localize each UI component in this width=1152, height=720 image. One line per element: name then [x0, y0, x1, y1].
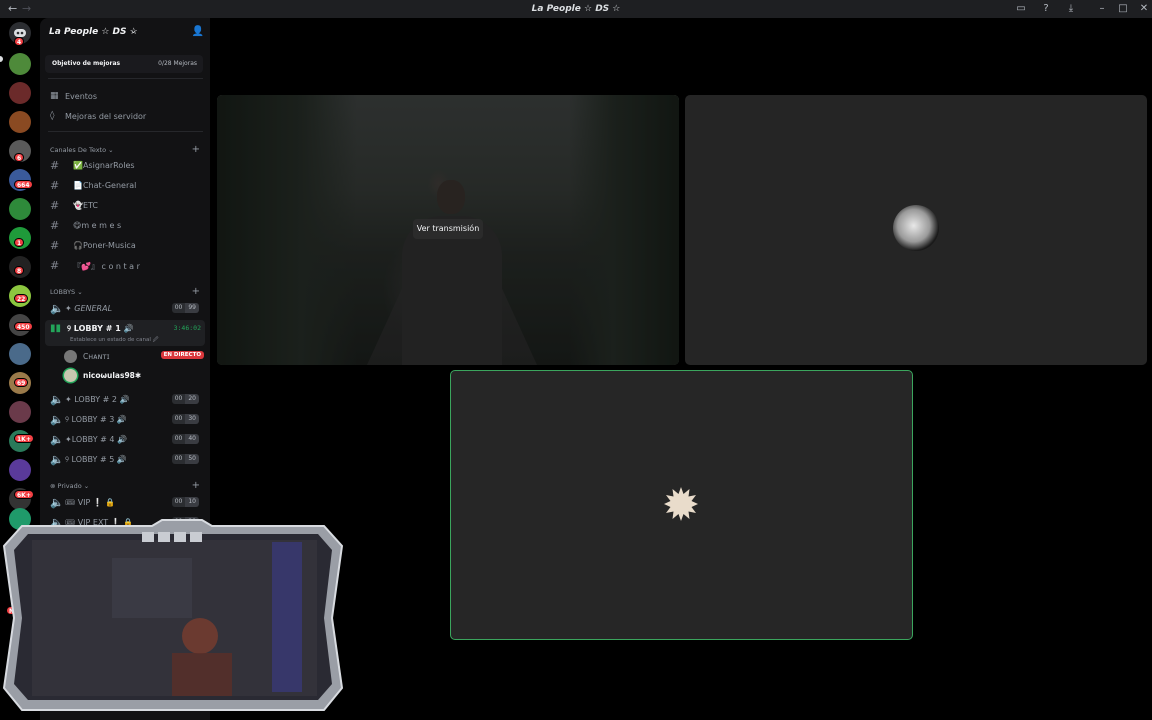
user-limit-pill: 00 10: [171, 497, 199, 507]
voice-user[interactable]: nicoωulas98✱: [64, 368, 204, 384]
user-limit-pill: 0020: [171, 394, 199, 404]
server-icon[interactable]: [9, 343, 31, 365]
server-icon[interactable]: [9, 111, 31, 133]
voice-channel-lobby-3[interactable]: 🔈 ୨ LOBBY # 3 🔊 00 30: [45, 411, 203, 429]
divider: [48, 131, 203, 132]
events-link[interactable]: ▦ Eventos: [50, 89, 200, 105]
speaker-icon: 🔈: [50, 453, 64, 466]
voice-user-name: Cʜᴀɴᴛɪ: [83, 352, 110, 361]
category-label: Privado: [57, 482, 82, 490]
channel-memes[interactable]: # 😋m e m e s: [45, 217, 203, 235]
add-member-icon[interactable]: 👤: [192, 26, 204, 37]
speaker-icon: 🔈: [50, 393, 64, 406]
participant-avatar: [664, 487, 698, 521]
channel-contar[interactable]: # 『💕』 c o n t a r: [45, 257, 203, 275]
channel-asignar-roles[interactable]: # ✅AsignarRoles: [45, 157, 203, 175]
hash-icon: #: [50, 219, 60, 232]
voice-channel-lobby-2[interactable]: 🔈 ✦ LOBBY # 2 🔊 00 20: [45, 391, 203, 409]
add-channel-icon[interactable]: +: [192, 480, 200, 491]
live-badge: EN DIRECTO: [160, 351, 204, 359]
channel-chat-general[interactable]: # 📄Chat-General: [45, 177, 203, 195]
speaker-icon: 🔈: [50, 433, 64, 446]
boost-goal-label: Objetivo de mejoras: [52, 60, 121, 67]
boost-gem-icon: ◊: [50, 111, 55, 121]
channel-status-prompt[interactable]: Establece un estado de canal 🖉: [70, 336, 159, 345]
boost-goal-count: 0/28 Mejoras: [158, 60, 197, 67]
download-icon[interactable]: ⤓: [1065, 3, 1077, 15]
channel-etc[interactable]: # 👻ETC: [45, 197, 203, 215]
unread-badge: 664: [14, 180, 33, 189]
webcam-overlay: [2, 519, 344, 711]
server-icon[interactable]: [9, 198, 31, 220]
user-limit-pill: 00 50: [171, 454, 199, 464]
voice-channel-vip[interactable]: 🔈 🎟 VIP ❕ 🔒 00 10: [45, 494, 203, 512]
participant-avatar: [893, 205, 939, 251]
voice-channel-lobby-4[interactable]: 🔈 ✦LOBBY # 4 🔊 00 40: [45, 431, 203, 449]
divider: [48, 78, 203, 79]
unread-badge: 6: [14, 153, 25, 162]
unread-badge: 6K+: [14, 490, 34, 499]
speaker-icon: 🔈: [50, 302, 64, 315]
window-title: La People ☆ DS ☆: [531, 4, 621, 14]
hash-icon: #: [50, 179, 60, 192]
add-channel-icon[interactable]: +: [192, 144, 200, 155]
unread-badge: 69: [14, 378, 29, 387]
inbox-icon[interactable]: ▭: [1015, 3, 1027, 15]
user-limit-pill: 00 30: [171, 414, 199, 424]
speaker-icon: 🔈: [50, 413, 64, 426]
voice-channel-general[interactable]: 🔈 ✦ 𝘎𝘌𝘕𝘌𝘙𝘈𝘓 00 99: [45, 300, 203, 318]
hash-icon: #: [50, 159, 60, 172]
voice-user-name: nicoωulas98✱: [83, 371, 142, 380]
unread-badge: 8: [14, 266, 25, 275]
unread-badge: 22: [14, 294, 29, 303]
user-limit-pill: 00 99: [171, 303, 199, 313]
voice-channel-lobby-5[interactable]: 🔈 ୨ LOBBY # 5 🔊 00 50: [45, 451, 203, 469]
category-label: Canales De Texto: [50, 146, 107, 154]
voice-user[interactable]: Cʜᴀɴᴛɪ EN DIRECTO: [64, 349, 204, 365]
hash-icon: #: [50, 259, 60, 272]
guild-name: La People ☆ DS ☆: [49, 27, 138, 37]
avatar: [64, 369, 77, 382]
hash-icon: #: [50, 239, 60, 252]
avatar: [64, 350, 77, 363]
unread-badge: 1K+: [14, 434, 34, 443]
hash-icon: #: [50, 199, 60, 212]
title-bar: ← → La People ☆ DS ☆ ▭ ? ⤓ – □ ✕: [0, 0, 1152, 18]
server-icon[interactable]: [9, 53, 31, 75]
maximize-icon[interactable]: □: [1117, 3, 1129, 15]
chevron-down-icon: ⌄: [130, 26, 137, 35]
unread-badge: 4: [14, 37, 25, 46]
category-lobbys[interactable]: LOBBYS ⌄ +: [50, 286, 200, 298]
discord-window: ← → La People ☆ DS ☆ ▭ ? ⤓ – □ ✕ 4 6 664…: [0, 0, 1152, 720]
voice-channel-lobby-1[interactable]: ▮▮ ୨ LOBBY # 1 🔊 3:46:02 Establece un es…: [45, 320, 205, 346]
category-text-channels[interactable]: Canales De Texto ⌄ +: [50, 144, 200, 156]
participant-tile-speaking[interactable]: [450, 370, 913, 640]
unread-badge: 1: [14, 238, 25, 247]
calendar-icon: ▦: [50, 91, 59, 101]
server-icon[interactable]: [9, 401, 31, 423]
channel-poner-musica[interactable]: # 🎧Poner-Musica: [45, 237, 203, 255]
participant-tile[interactable]: [685, 95, 1147, 365]
close-icon[interactable]: ✕: [1138, 3, 1150, 15]
guild-header[interactable]: La People ☆ DS ☆ ⌄ 👤: [40, 18, 210, 48]
voice-active-icon: ▮▮: [50, 323, 62, 334]
stream-tile[interactable]: Ver transmisión: [217, 95, 679, 365]
help-icon[interactable]: ?: [1040, 3, 1052, 15]
category-private[interactable]: ⊗ Privado ⌄ +: [50, 480, 200, 492]
user-limit-pill: 00 40: [171, 434, 199, 444]
add-channel-icon[interactable]: +: [192, 286, 200, 297]
category-label: LOBBYS: [50, 288, 76, 296]
unread-badge: 450: [14, 322, 33, 331]
selected-server-pill: [0, 56, 3, 62]
boost-goal-bar[interactable]: Objetivo de mejoras 0/28 Mejoras: [45, 55, 203, 73]
watch-stream-button[interactable]: Ver transmisión: [413, 219, 483, 239]
server-boosts-link[interactable]: ◊ Mejoras del servidor: [50, 109, 200, 125]
server-icon[interactable]: [9, 459, 31, 481]
call-timer: 3:46:02: [173, 324, 201, 332]
server-icon[interactable]: [9, 82, 31, 104]
locked-speaker-icon: 🔈: [50, 496, 64, 509]
minimize-icon[interactable]: –: [1096, 3, 1108, 15]
